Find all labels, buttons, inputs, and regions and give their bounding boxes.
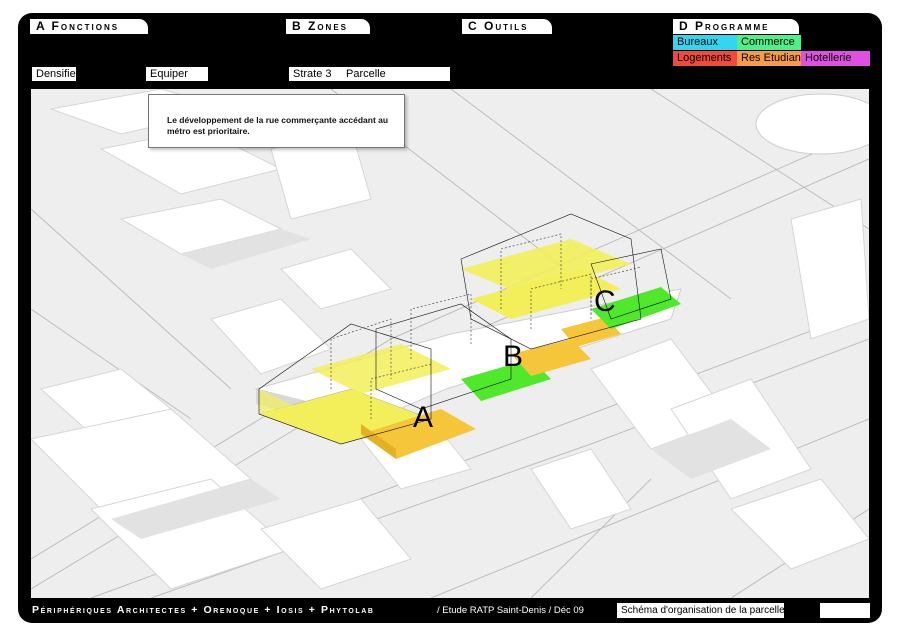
programme-commerce[interactable]: Commerce [737,35,801,50]
axonometric-drawing: A B C [31,89,869,598]
programme-bureaux[interactable]: Bureaux [673,35,737,50]
footer-caption: Schéma d'organisation de la parcelle [617,603,785,618]
callout-box: Le développement de la rue commerçante a… [148,94,405,148]
programme-logements[interactable]: Logements [673,51,737,66]
site-plan-3d-view: A B C [31,89,869,598]
tab-fonctions[interactable]: A Fonctions [30,19,148,34]
programme-res-etudiants[interactable]: Res Etudiants [737,51,809,66]
footer-study: / Etude RATP Saint-Denis / Déc 09 [437,605,584,616]
programme-hotellerie[interactable]: Hotellerie [801,51,870,66]
tab-outils[interactable]: C Outils [462,19,552,34]
tab-zones[interactable]: B Zones [286,19,370,34]
zone-label-b: B [503,340,523,373]
zone-label-a: A [413,401,433,434]
field-equiper[interactable]: Equiper [145,66,209,82]
tab-programme[interactable]: D Programme [673,19,799,34]
strate-label: Strate 3 [293,68,332,80]
zone-label-c: C [594,285,616,318]
callout-text: Le développement de la rue commerçante a… [167,115,389,136]
field-densifier[interactable]: Densifier [31,66,79,82]
field-strate-parcelle[interactable]: Strate 3 Parcelle [288,66,451,82]
footer-credits: Périphériques Architectes + Orenoque + I… [32,604,375,616]
footer-blank-box[interactable] [820,603,870,618]
parcelle-label: Parcelle [346,68,386,80]
